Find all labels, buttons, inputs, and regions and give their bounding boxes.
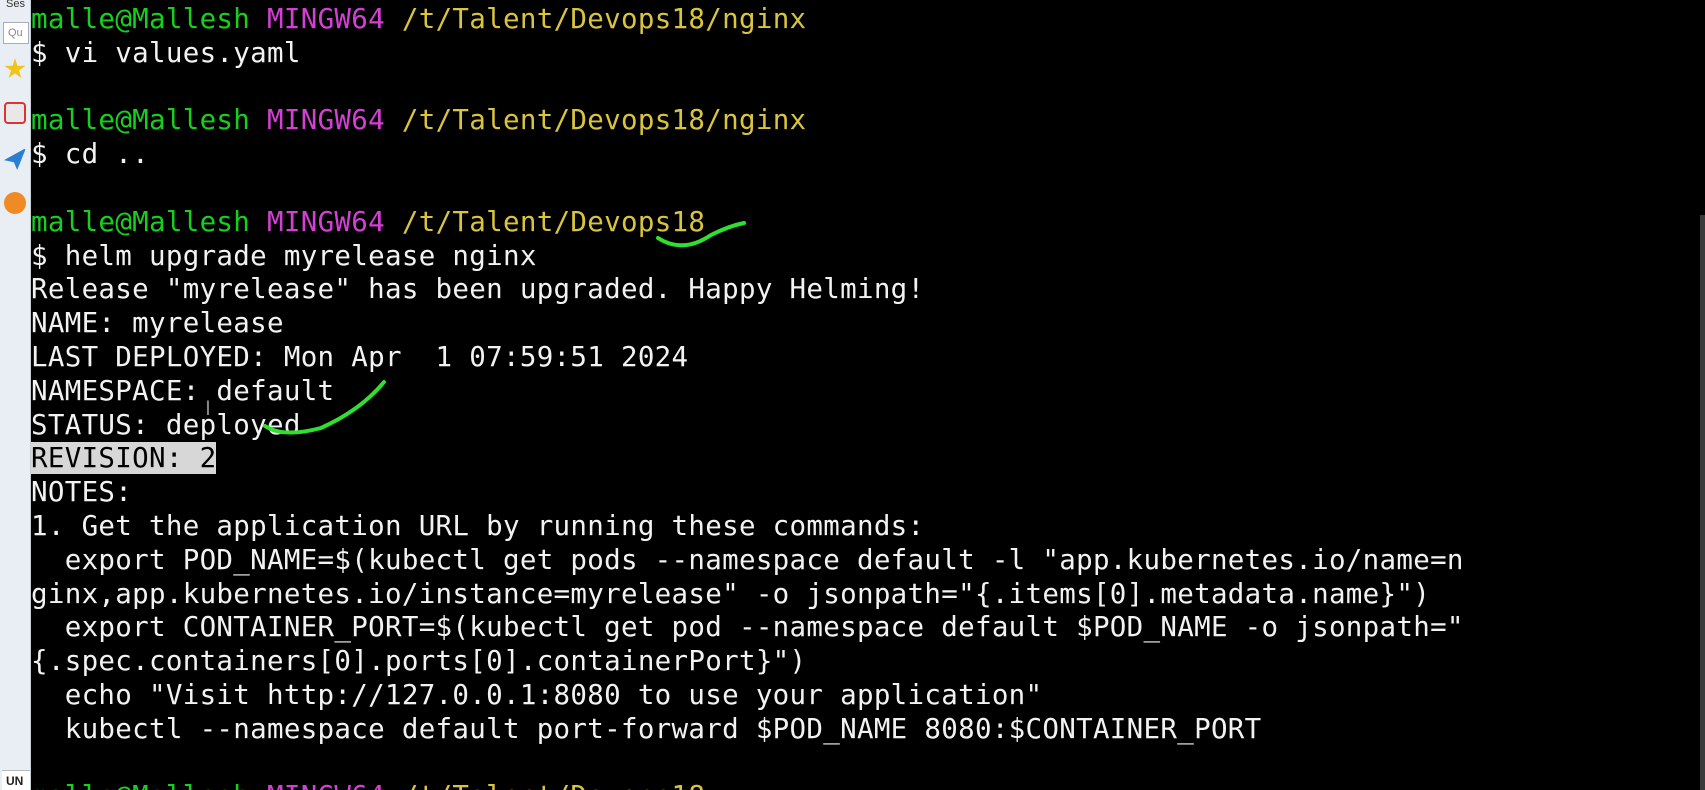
terminal-line: ginx,app.kubernetes.io/instance=myreleas… bbox=[31, 578, 1464, 612]
palette-icon[interactable] bbox=[4, 192, 26, 214]
selected-text: REVISION: 2 bbox=[31, 442, 217, 475]
terminal-line: malle@Mallesh MINGW64 /t/Talent/Devops18… bbox=[31, 104, 1464, 138]
terminal-text: Release "myrelease" has been upgraded. H… bbox=[31, 273, 925, 306]
background-window-strip: Ses Qu UN bbox=[0, 0, 31, 790]
terminal-line: REVISION: 2 bbox=[31, 442, 1464, 476]
terminal-text: malle@Mallesh bbox=[31, 205, 251, 238]
terminal-text: ginx,app.kubernetes.io/instance=myreleas… bbox=[31, 577, 1431, 610]
terminal-output: malle@Mallesh MINGW64 /t/Talent/Devops18… bbox=[31, 3, 1464, 790]
bottom-label-fragment: UN bbox=[2, 770, 30, 790]
session-tab-fragment: Ses bbox=[6, 0, 25, 10]
terminal-line: NOTES: bbox=[31, 476, 1464, 510]
terminal-text: malle@Mallesh bbox=[31, 780, 250, 790]
terminal-line: kubectl --namespace default port-forward… bbox=[31, 713, 1464, 747]
terminal-text: NAMESPACE: default bbox=[31, 374, 335, 407]
terminal-line: echo "Visit http://127.0.0.1:8080 to use… bbox=[31, 679, 1464, 713]
terminal-text: echo "Visit http://127.0.0.1:8080 to use… bbox=[31, 678, 1043, 711]
terminal-text: NAME: myrelease bbox=[31, 307, 284, 340]
terminal-line: {.spec.containers[0].ports[0].containerP… bbox=[31, 645, 1464, 679]
terminal-text: MINGW64 bbox=[267, 205, 385, 238]
terminal-line: Release "myrelease" has been upgraded. H… bbox=[31, 273, 1464, 307]
terminal-line: LAST DEPLOYED: Mon Apr 1 07:59:51 2024 bbox=[31, 341, 1464, 375]
terminal-line: $ helm upgrade myrelease nginx bbox=[31, 240, 1464, 274]
terminal-text: export CONTAINER_PORT=$(kubectl get pod … bbox=[31, 611, 1464, 644]
terminal-text: /t/Talent/Devops18 bbox=[402, 780, 705, 790]
terminal-text: /t/Talent/Devops18/nginx bbox=[401, 104, 807, 137]
terminal-line: export CONTAINER_PORT=$(kubectl get pod … bbox=[31, 611, 1464, 645]
terminal-text: $ helm upgrade myrelease nginx bbox=[31, 239, 537, 272]
terminal-text: 1. Get the application URL by running th… bbox=[31, 509, 925, 542]
terminal-text: export POD_NAME=$(kubectl get pods --nam… bbox=[31, 543, 1464, 576]
quick-search-input[interactable]: Qu bbox=[3, 22, 29, 44]
terminal-text: $ cd .. bbox=[31, 138, 149, 171]
star-icon[interactable] bbox=[4, 58, 26, 79]
terminal-line: malle@Mallesh MINGW64 /t/Talent/Devops18 bbox=[31, 206, 1464, 240]
terminal-text: MINGW64 bbox=[267, 780, 385, 790]
terminal-line: STATUS: deployed bbox=[31, 409, 1464, 443]
terminal-text: malle@Mallesh bbox=[31, 104, 251, 137]
terminal-text: STATUS: deployed bbox=[31, 408, 301, 441]
terminal-line: NAMESPACE: default bbox=[31, 375, 1464, 409]
terminal-text: kubectl --namespace default port-forward… bbox=[31, 712, 1262, 745]
terminal-line: export POD_NAME=$(kubectl get pods --nam… bbox=[31, 544, 1464, 578]
terminal-text: LAST DEPLOYED: Mon Apr 1 07:59:51 2024 bbox=[31, 340, 689, 373]
send-icon[interactable] bbox=[4, 148, 26, 170]
terminal-text: {.spec.containers[0].ports[0].containerP… bbox=[31, 645, 807, 678]
terminal-text: /t/Talent/Devops18 bbox=[401, 205, 706, 238]
terminal-line: malle@Mallesh MINGW64 /t/Talent/Devops18… bbox=[31, 3, 1464, 37]
terminal-text: MINGW64 bbox=[267, 104, 385, 137]
terminal-text: $ vi values.yaml bbox=[31, 36, 301, 69]
terminal-window[interactable]: malle@Mallesh MINGW64 /t/Talent/Devops18… bbox=[31, 0, 1705, 790]
terminal-text: MINGW64 bbox=[267, 3, 385, 35]
terminal-line: NAME: myrelease bbox=[31, 307, 1464, 341]
terminal-scrollbar[interactable] bbox=[1700, 215, 1705, 790]
terminal-text: /t/Talent/Devops18/nginx bbox=[401, 3, 807, 35]
terminal-line: 1. Get the application URL by running th… bbox=[31, 510, 1464, 544]
terminal-line: $ cd .. bbox=[31, 138, 1464, 172]
text-cursor-icon: Ⅰ bbox=[205, 396, 211, 420]
terminal-line: $ vi values.yaml bbox=[31, 37, 1464, 71]
terminal-text: malle@Mallesh bbox=[31, 3, 251, 35]
tools-icon[interactable] bbox=[4, 102, 26, 124]
terminal-line: malle@Mallesh MINGW64 /t/Talent/Devops18 bbox=[31, 780, 1464, 790]
terminal-text: NOTES: bbox=[31, 476, 133, 509]
